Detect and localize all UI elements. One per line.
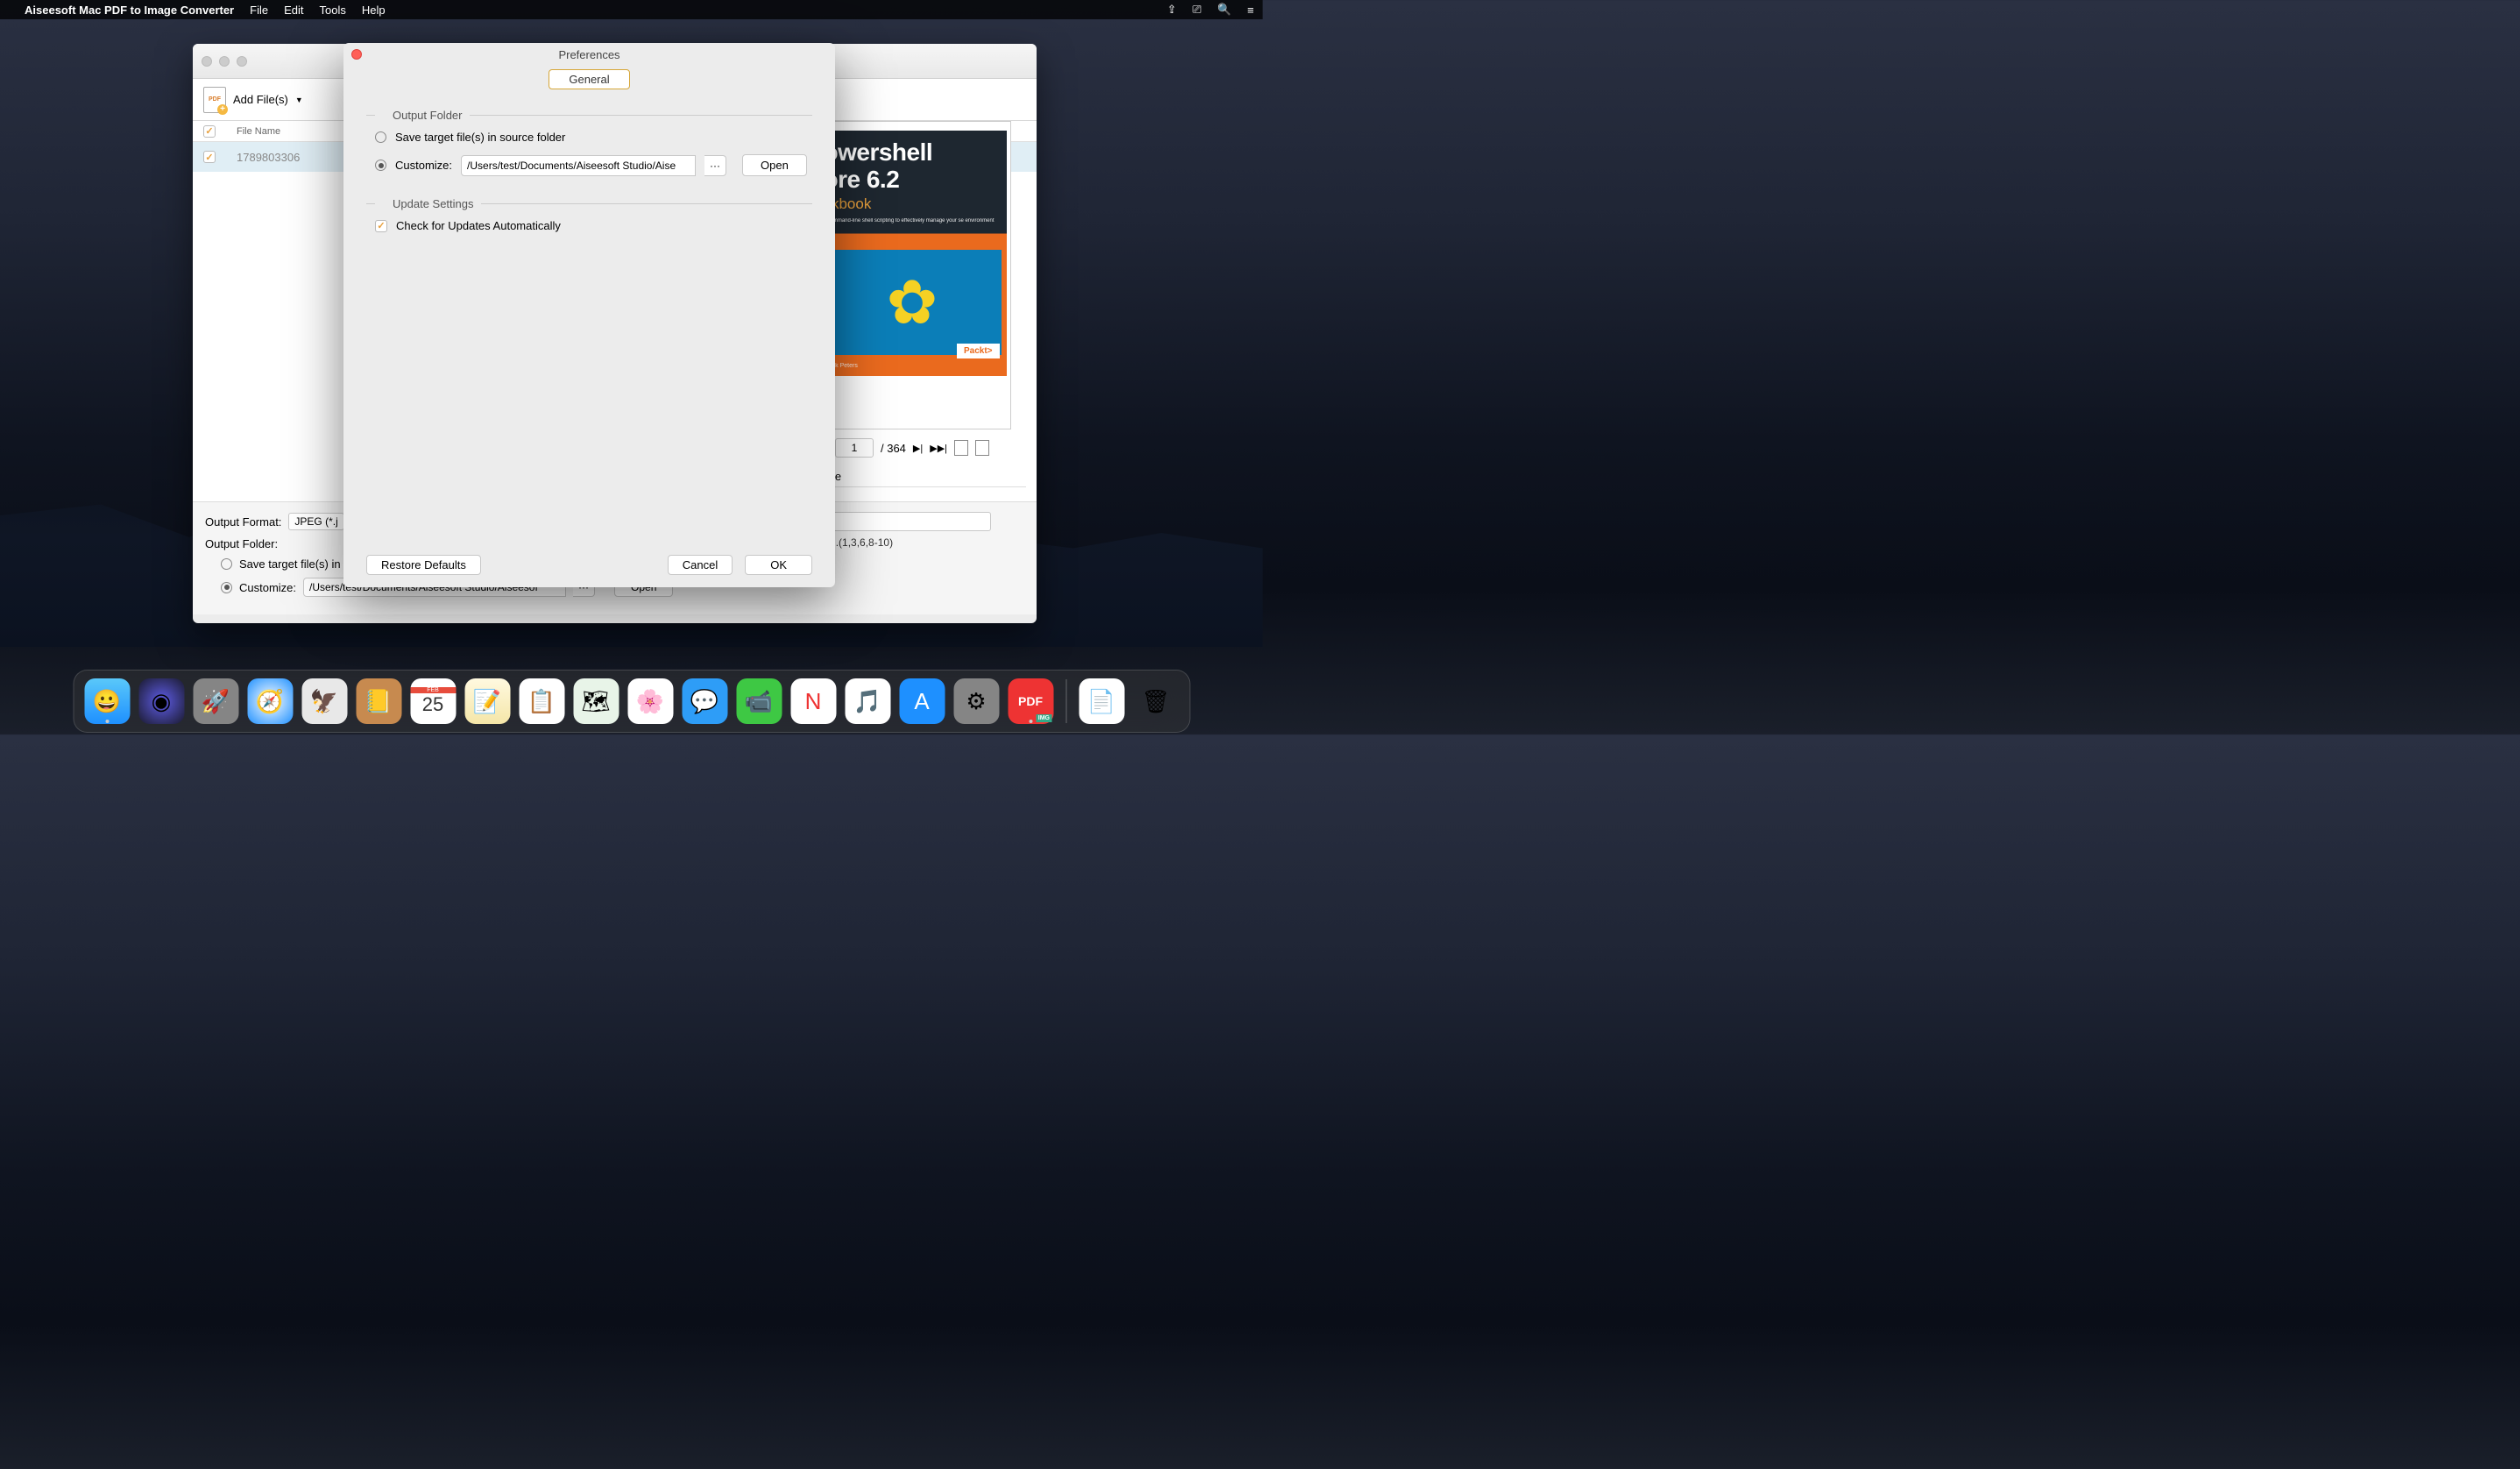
dock-contacts-icon[interactable]: 📒 bbox=[356, 678, 401, 724]
page-export-icon[interactable] bbox=[975, 440, 989, 456]
customize-radio[interactable] bbox=[221, 582, 232, 593]
dock-pdf-converter-icon[interactable]: PDFIMG bbox=[1008, 678, 1053, 724]
dock-appstore-icon[interactable]: A bbox=[899, 678, 945, 724]
tab-general[interactable]: General bbox=[549, 69, 629, 89]
filename-column-header: File Name bbox=[237, 126, 280, 137]
page-view-icon[interactable] bbox=[954, 440, 968, 456]
publisher-logo: Packt> bbox=[957, 344, 1000, 358]
prefs-close-button[interactable] bbox=[351, 49, 362, 60]
prefs-title: Preferences bbox=[558, 48, 619, 61]
help-menu[interactable]: Help bbox=[362, 4, 386, 17]
check-updates-checkbox[interactable] bbox=[375, 220, 387, 232]
total-pages-label: / 364 bbox=[881, 442, 906, 455]
prefs-browse-button[interactable]: ··· bbox=[704, 155, 726, 176]
dock-launchpad-icon[interactable]: 🚀 bbox=[193, 678, 238, 724]
prefs-customize-radio[interactable] bbox=[375, 160, 386, 171]
dock-notes-icon[interactable]: 📝 bbox=[464, 678, 510, 724]
preview-thumbnail: owershellore 6.2 okbook e command-line s… bbox=[814, 121, 1011, 429]
dock-finder-icon[interactable]: 😀 bbox=[84, 678, 130, 724]
output-folder-fieldset-label: Output Folder bbox=[382, 109, 463, 122]
customize-label: Customize: bbox=[239, 581, 296, 594]
book-description: e command-line shell scripting to effect… bbox=[818, 213, 1007, 224]
book-subtitle: okbook bbox=[818, 194, 1007, 213]
edit-menu[interactable]: Edit bbox=[284, 4, 303, 17]
pdf-add-icon: PDF+ bbox=[203, 87, 226, 113]
update-settings-fieldset-label: Update Settings bbox=[382, 197, 474, 210]
dock-safari-icon[interactable]: 🧭 bbox=[247, 678, 293, 724]
dock-news-icon[interactable]: N bbox=[790, 678, 836, 724]
source-folder-label: Save target file(s) in bbox=[239, 557, 341, 571]
file-name-label: 1789803306 bbox=[237, 151, 300, 164]
display-icon[interactable]: ⎚ bbox=[1193, 3, 1201, 17]
dock-mail-icon[interactable]: 🦅 bbox=[301, 678, 347, 724]
share-icon[interactable]: ⇪ bbox=[1167, 3, 1177, 17]
app-menu[interactable]: Aiseesoft Mac PDF to Image Converter bbox=[25, 4, 234, 17]
prefs-path-input[interactable]: /Users/test/Documents/Aiseesoft Studio/A… bbox=[461, 155, 696, 176]
prefs-source-folder-label: Save target file(s) in source folder bbox=[395, 131, 565, 144]
dock-siri-icon[interactable]: ◉ bbox=[138, 678, 184, 724]
dock-messages-icon[interactable]: 💬 bbox=[682, 678, 727, 724]
flower-icon: ✿ bbox=[887, 266, 938, 338]
source-folder-radio[interactable] bbox=[221, 558, 232, 570]
prefs-titlebar: Preferences bbox=[343, 43, 835, 66]
main-maximize-button[interactable] bbox=[237, 56, 247, 67]
output-format-select[interactable]: JPEG (*.j bbox=[288, 513, 343, 530]
preferences-dialog: Preferences General Output Folder Save t… bbox=[343, 43, 835, 587]
prefs-open-button[interactable]: Open bbox=[742, 154, 807, 176]
next-page-icon[interactable]: ▶| bbox=[913, 443, 923, 454]
last-page-icon[interactable]: ▶▶| bbox=[930, 443, 947, 454]
dock-calendar-icon[interactable]: FEB25 bbox=[410, 678, 456, 724]
dock-separator bbox=[1065, 679, 1066, 723]
add-files-button[interactable]: PDF+ Add File(s) ▼ bbox=[203, 87, 303, 113]
add-files-dropdown-icon: ▼ bbox=[295, 96, 303, 104]
check-updates-label: Check for Updates Automatically bbox=[396, 219, 561, 232]
restore-defaults-button[interactable]: Restore Defaults bbox=[366, 555, 481, 575]
dock: 😀 ◉ 🚀 🧭 🦅 📒 FEB25 📝 📋 🗺 🌸 💬 📹 N 🎵 A ⚙ PD… bbox=[73, 670, 1190, 733]
select-all-checkbox[interactable] bbox=[203, 125, 216, 138]
prefs-customize-label: Customize: bbox=[395, 159, 452, 172]
dock-photos-icon[interactable]: 🌸 bbox=[627, 678, 673, 724]
file-checkbox[interactable] bbox=[203, 151, 216, 163]
dock-trash-icon[interactable]: 🗑 bbox=[1133, 678, 1179, 724]
spotlight-icon[interactable]: 🔍 bbox=[1217, 3, 1231, 17]
add-files-label: Add File(s) bbox=[233, 93, 288, 106]
tools-menu[interactable]: Tools bbox=[319, 4, 345, 17]
output-folder-label: Output Folder: bbox=[205, 537, 278, 550]
menu-extras-icon[interactable]: ≡ bbox=[1247, 4, 1254, 17]
dock-preferences-icon[interactable]: ⚙ bbox=[953, 678, 999, 724]
dock-itunes-icon[interactable]: 🎵 bbox=[845, 678, 890, 724]
file-menu[interactable]: File bbox=[250, 4, 268, 17]
output-format-label: Output Format: bbox=[205, 515, 281, 529]
prefs-source-folder-radio[interactable] bbox=[375, 131, 386, 143]
main-close-button[interactable] bbox=[202, 56, 212, 67]
dock-document-icon[interactable]: 📄 bbox=[1079, 678, 1124, 724]
book-title-1: owershell bbox=[824, 138, 933, 166]
dock-maps-icon[interactable]: 🗺 bbox=[573, 678, 619, 724]
page-number-input[interactable] bbox=[835, 438, 874, 458]
main-minimize-button[interactable] bbox=[219, 56, 230, 67]
menubar: Aiseesoft Mac PDF to Image Converter Fil… bbox=[0, 0, 1263, 19]
ok-button[interactable]: OK bbox=[745, 555, 812, 575]
cancel-button[interactable]: Cancel bbox=[668, 555, 733, 575]
dock-reminders-icon[interactable]: 📋 bbox=[519, 678, 564, 724]
dock-facetime-icon[interactable]: 📹 bbox=[736, 678, 782, 724]
